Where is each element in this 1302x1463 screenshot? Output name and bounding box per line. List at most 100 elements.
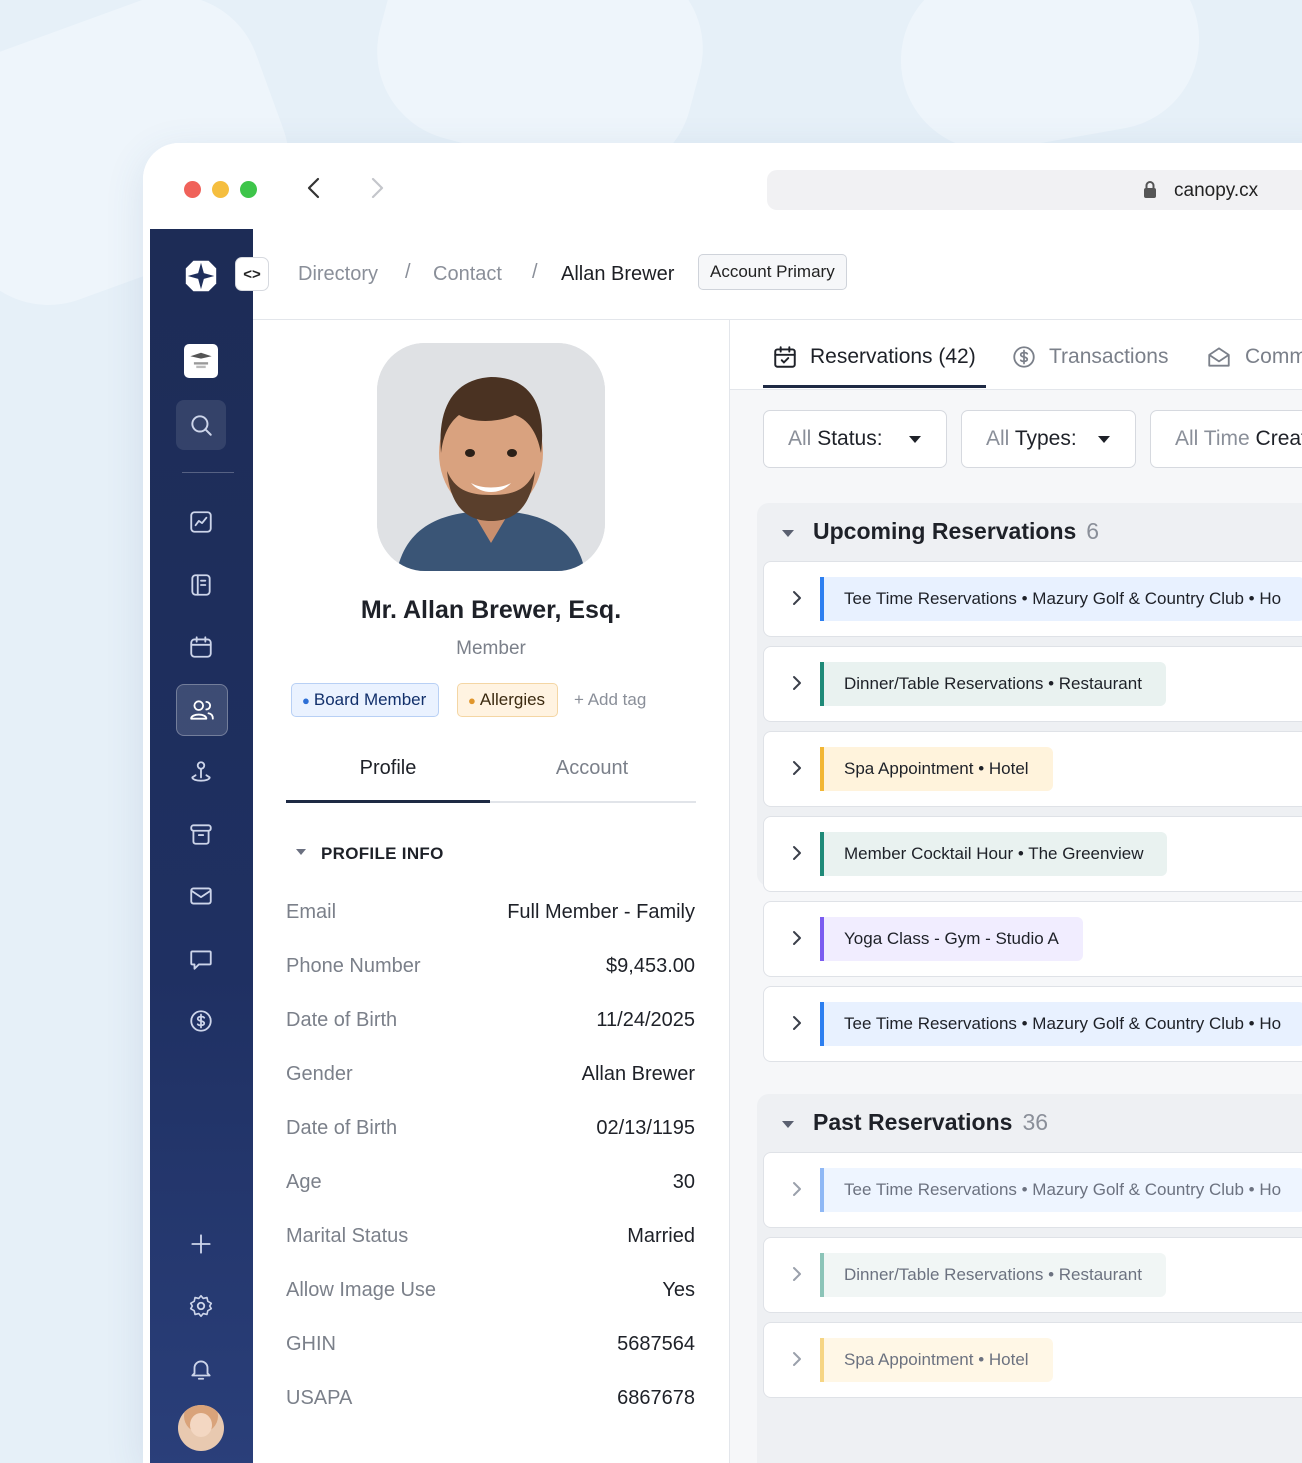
reservation-item[interactable]: Member Cocktail Hour • The Greenview <box>763 816 1302 892</box>
profile-field-value: 30 <box>672 1171 695 1193</box>
profile-field-value: 6867678 <box>617 1387 695 1409</box>
url-text: canopy.cx <box>1174 180 1259 201</box>
chevron-right-icon[interactable] <box>788 674 806 692</box>
tag-board-member[interactable]: ● Board Member <box>291 683 440 717</box>
reservation-item[interactable]: Spa Appointment • Hotel <box>763 1322 1302 1398</box>
user-avatar[interactable] <box>178 1405 224 1451</box>
sidebar-item-analytics[interactable] <box>176 497 226 547</box>
group-count: 6 <box>1086 518 1100 544</box>
profile-field-label: Marital Status <box>286 1225 409 1247</box>
back-arrow-icon[interactable] <box>303 176 327 200</box>
caret-down-icon[interactable] <box>295 848 307 856</box>
tab-account[interactable]: Account <box>490 757 694 780</box>
past-reservations-group: Past Reservations 36 Tee Time Reservation… <box>757 1094 1302 1463</box>
breadcrumb-directory[interactable]: Directory <box>298 263 378 286</box>
club-logo[interactable] <box>176 336 226 386</box>
profile-field-value: Yes <box>662 1279 695 1301</box>
reservation-item[interactable]: Dinner/Table Reservations • Restaurant <box>763 1237 1302 1313</box>
dollar-circle-icon <box>1013 346 1035 368</box>
tab-label: Communications <box>1245 345 1302 368</box>
forward-arrow-icon[interactable] <box>364 176 388 200</box>
chart-icon <box>190 511 212 533</box>
profile-field-value: 5687564 <box>617 1333 695 1355</box>
profile-field-value: $9,453.00 <box>606 955 695 977</box>
caret-down-icon <box>1098 436 1110 443</box>
reservation-label: Spa Appointment • Hotel <box>820 1338 1053 1382</box>
sidebar-item-billing[interactable] <box>176 996 226 1046</box>
filter-label: Created <box>1255 427 1302 450</box>
browser-titlebar: canopy.cx <box>143 143 1302 229</box>
sidebar-item-messages[interactable] <box>176 934 226 984</box>
reservations-panel: Reservations (42) Transactions Communica… <box>730 320 1302 1463</box>
tab-transactions[interactable]: Transactions <box>1011 344 1168 370</box>
filter-created[interactable]: All Time Created <box>1150 410 1302 468</box>
maximize-window-button[interactable] <box>240 181 257 198</box>
caret-down-icon[interactable] <box>782 1121 794 1128</box>
group-title: Upcoming Reservations 6 <box>813 518 1099 545</box>
sidebar-item-contacts[interactable] <box>176 684 228 736</box>
lock-icon <box>1144 181 1156 198</box>
address-bar[interactable]: canopy.cx <box>767 170 1302 210</box>
filter-status[interactable]: All Status: <box>763 410 947 468</box>
tab-profile[interactable]: Profile <box>286 757 490 780</box>
chevron-right-icon[interactable] <box>788 844 806 862</box>
chevron-right-icon[interactable] <box>788 1350 806 1368</box>
sidebar-toggle-button[interactable]: <> <box>235 257 269 291</box>
app-logo[interactable] <box>176 251 226 301</box>
reservation-item[interactable]: Tee Time Reservations • Mazury Golf & Co… <box>763 986 1302 1062</box>
club-emblem-icon <box>184 344 218 378</box>
chevron-right-icon[interactable] <box>788 589 806 607</box>
settings-button[interactable] <box>176 1281 226 1331</box>
breadcrumb-current: Allan Brewer <box>561 263 675 285</box>
search-button[interactable] <box>176 400 226 450</box>
sidebar-item-locations[interactable] <box>176 747 226 797</box>
reservation-label: Spa Appointment • Hotel <box>820 747 1053 791</box>
bell-icon <box>191 1360 211 1380</box>
reservation-label: Tee Time Reservations • Mazury Golf & Co… <box>820 1002 1302 1046</box>
tab-reservations[interactable]: Reservations (42) <box>772 344 976 370</box>
sidebar-item-calendar[interactable] <box>176 622 226 672</box>
filter-types[interactable]: All Types: <box>961 410 1136 468</box>
account-primary-badge: Account Primary <box>698 254 847 290</box>
breadcrumb-separator: / <box>532 261 538 283</box>
reservation-label: Dinner/Table Reservations • Restaurant <box>820 662 1166 706</box>
right-tabs: Reservations (42) Transactions Communica… <box>730 320 1302 390</box>
chevron-right-icon[interactable] <box>788 1014 806 1032</box>
close-window-button[interactable] <box>184 181 201 198</box>
group-title-text: Upcoming Reservations <box>813 518 1077 544</box>
minimize-window-button[interactable] <box>212 181 229 198</box>
reservation-item[interactable]: Spa Appointment • Hotel <box>763 731 1302 807</box>
calendar-check-icon <box>774 346 796 368</box>
chevron-right-icon[interactable] <box>788 1180 806 1198</box>
add-tag-button[interactable]: + Add tag <box>574 690 646 710</box>
sidebar-item-directory[interactable] <box>176 560 226 610</box>
chevron-right-icon[interactable] <box>788 759 806 777</box>
users-icon <box>190 700 214 720</box>
reservation-item[interactable]: Tee Time Reservations • Mazury Golf & Co… <box>763 561 1302 637</box>
chevron-right-icon[interactable] <box>788 929 806 947</box>
app-sidebar <box>150 229 253 1463</box>
tag-label: Allergies <box>479 690 546 709</box>
reservation-item[interactable]: Dinner/Table Reservations • Restaurant <box>763 646 1302 722</box>
tag-dot-icon: ● <box>302 693 310 708</box>
tag-label: Board Member <box>313 690 427 709</box>
code-brackets-icon: <> <box>243 265 261 283</box>
canopy-logo-icon <box>185 260 217 292</box>
tab-communications[interactable]: Communications <box>1205 344 1302 370</box>
profile-field-label: Phone Number <box>286 955 421 977</box>
main-content: <> Directory / Contact / Allan Brewer Ac… <box>235 229 1302 1463</box>
reservation-item[interactable]: Yoga Class - Gym - Studio A <box>763 901 1302 977</box>
tab-label: Reservations (42) <box>810 345 976 368</box>
add-button[interactable] <box>176 1219 226 1269</box>
breadcrumb-contact[interactable]: Contact <box>433 263 502 286</box>
chat-icon <box>190 950 212 970</box>
caret-down-icon[interactable] <box>782 530 794 537</box>
sidebar-item-archive[interactable] <box>176 809 226 859</box>
reservation-item[interactable]: Tee Time Reservations • Mazury Golf & Co… <box>763 1152 1302 1228</box>
tag-allergies[interactable]: ● Allergies <box>457 683 559 717</box>
search-icon <box>191 415 212 436</box>
chevron-right-icon[interactable] <box>788 1265 806 1283</box>
background-shape <box>886 0 1214 165</box>
notifications-button[interactable] <box>176 1344 226 1394</box>
sidebar-item-mail[interactable] <box>176 871 226 921</box>
